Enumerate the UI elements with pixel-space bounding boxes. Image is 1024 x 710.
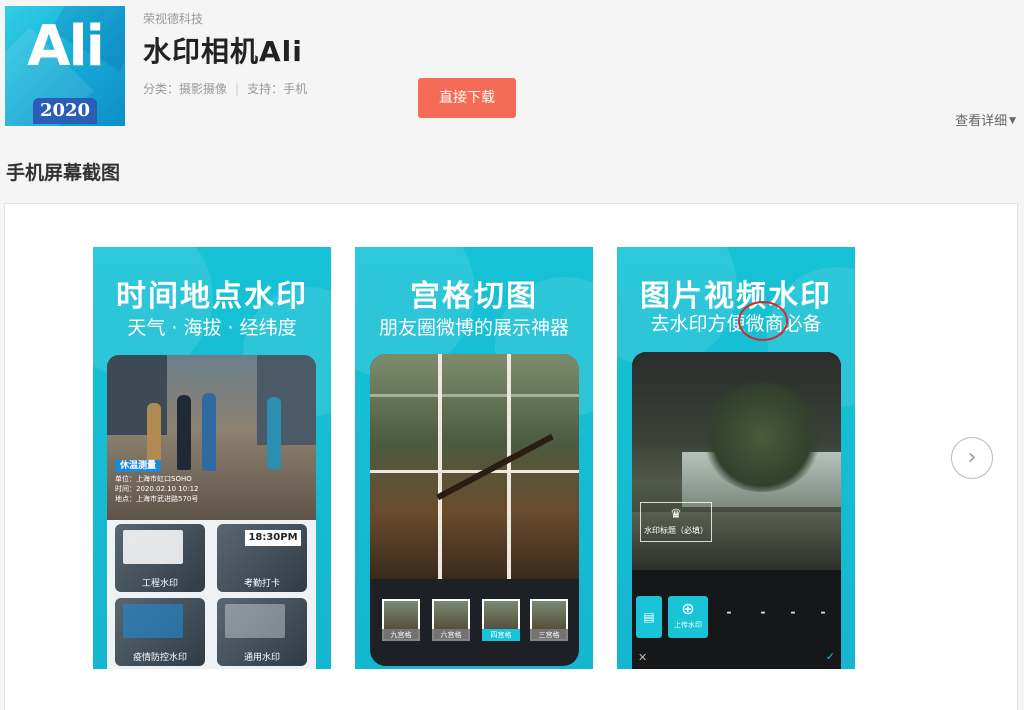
support-value: 手机 (283, 82, 308, 96)
chevron-right-icon[interactable]: › (951, 437, 993, 479)
support-label: 支持： (247, 82, 284, 96)
view-details-label: 查看详细 (955, 114, 1008, 129)
screenshots-panel: 时间地点水印 天气 · 海拔 · 经纬度 休温测量 单位：上海市虹口SOHO 时… (4, 203, 1018, 710)
check-icon[interactable]: ✓ (826, 650, 835, 663)
watermark-style-option[interactable]: ▬ (782, 610, 804, 620)
watermark-style-option[interactable]: ▬ (718, 610, 740, 620)
phone-mockup: ♛ 水印标题（必填） ▤ ⊕ 上传水印 ▬ ▬ ▬ ▬ ✕ ✓ (632, 352, 841, 669)
grid-option-label: 六宫格 (432, 629, 470, 641)
close-icon[interactable]: ✕ (638, 651, 647, 664)
crown-icon: ♛ (670, 507, 682, 522)
watermark-style-option[interactable]: ▬ (752, 610, 774, 620)
app-meta: 分类：摄影摄像 | 支持：手机 (143, 80, 307, 97)
interior-photo (370, 354, 579, 579)
highlight-circle (738, 301, 788, 341)
watermark-template-grid: 工程水印 18:30PM 考勤打卡 疫情防控水印 通用水印 (107, 520, 316, 669)
tile-caption: 考勤打卡 (243, 579, 280, 589)
template-tile: 18:30PM 考勤打卡 (217, 524, 307, 592)
stamp-tag: 休温测量 (115, 460, 162, 472)
screenshot-2[interactable]: 宫格切图 朋友圈微博的展示神器 九宫格 六宫格 四宫格 三宫格 (355, 247, 593, 669)
upload-watermark-label: 上传水印 (674, 621, 702, 629)
watermark-title-box[interactable]: ♛ 水印标题（必填） (640, 502, 712, 542)
view-details-link[interactable]: 查看详细 ▼ (955, 110, 1016, 129)
screenshot-subheading: 朋友圈微博的展示神器 (378, 317, 569, 339)
category-value[interactable]: 摄影摄像 (179, 82, 227, 96)
caret-down-icon: ▼ (1009, 116, 1016, 126)
section-title: 手机屏幕截图 (6, 162, 121, 184)
tile-caption: 通用水印 (243, 653, 280, 663)
grid-option[interactable]: 四宫格 (482, 599, 520, 641)
watermark-toolbar: ▤ ⊕ 上传水印 ▬ ▬ ▬ ▬ (632, 592, 841, 644)
watermark-stamp: 休温测量 单位：上海市虹口SOHO 时间：2020.02.10 10:12 地点… (115, 460, 225, 510)
grid-option-label: 三宫格 (530, 629, 568, 641)
screenshot-heading: 时间地点水印 (116, 279, 308, 314)
plus-icon: ⊕ (681, 599, 695, 618)
template-icon[interactable]: ▤ (636, 596, 662, 638)
bottom-bar: ✕ ✓ (632, 650, 841, 669)
meta-divider: | (235, 82, 240, 96)
developer-name[interactable]: 荣视德科技 (143, 10, 203, 27)
category-label: 分类： (143, 82, 180, 96)
upload-watermark-button[interactable]: ⊕ 上传水印 (668, 596, 708, 638)
screenshot-subheading: 去水印方便微商必备 (650, 313, 822, 335)
template-tile: 通用水印 (217, 598, 307, 666)
tile-caption: 工程水印 (141, 579, 178, 589)
stamp-line: 时间：2020.02.10 10:12 (115, 485, 199, 493)
app-icon-logo: Ali (27, 14, 105, 79)
app-icon: Ali 2020 (5, 6, 125, 126)
watermark-style-option[interactable]: ▬ (812, 610, 834, 620)
screenshot-1[interactable]: 时间地点水印 天气 · 海拔 · 经纬度 休温测量 单位：上海市虹口SOHO 时… (93, 247, 331, 669)
template-tile: 疫情防控水印 (115, 598, 205, 666)
grid-option[interactable]: 六宫格 (432, 599, 470, 641)
phone-mockup: 九宫格 六宫格 四宫格 三宫格 (370, 354, 579, 666)
watermark-title-label: 水印标题（必填） (644, 526, 708, 535)
template-tile: 工程水印 (115, 524, 205, 592)
tile-time: 18:30PM (245, 530, 301, 546)
screenshot-heading: 宫格切图 (410, 279, 538, 314)
grid-option[interactable]: 三宫格 (530, 599, 568, 641)
app-header: Ali 2020 荣视德科技 水印相机Ali 分类：摄影摄像 | 支持：手机 直接下… (0, 0, 1024, 140)
app-title: 水印相机Ali (143, 35, 303, 68)
grid-option-label: 四宫格 (482, 629, 520, 641)
stamp-line: 地点：上海市武进路570号 (115, 495, 199, 503)
screenshot-subheading: 天气 · 海拔 · 经纬度 (127, 317, 297, 339)
stamp-line: 单位：上海市虹口SOHO (115, 475, 192, 483)
grid-option-label: 九宫格 (382, 629, 420, 641)
app-icon-year: 2020 (33, 98, 97, 124)
screenshot-3[interactable]: 图片视频水印 去水印方便微商必备 ♛ 水印标题（必填） ▤ ⊕ 上传水印 ▬ ▬ (617, 247, 855, 669)
tile-caption: 疫情防控水印 (132, 653, 187, 663)
download-button[interactable]: 直接下载 (418, 78, 516, 118)
grid-option[interactable]: 九宫格 (382, 599, 420, 641)
